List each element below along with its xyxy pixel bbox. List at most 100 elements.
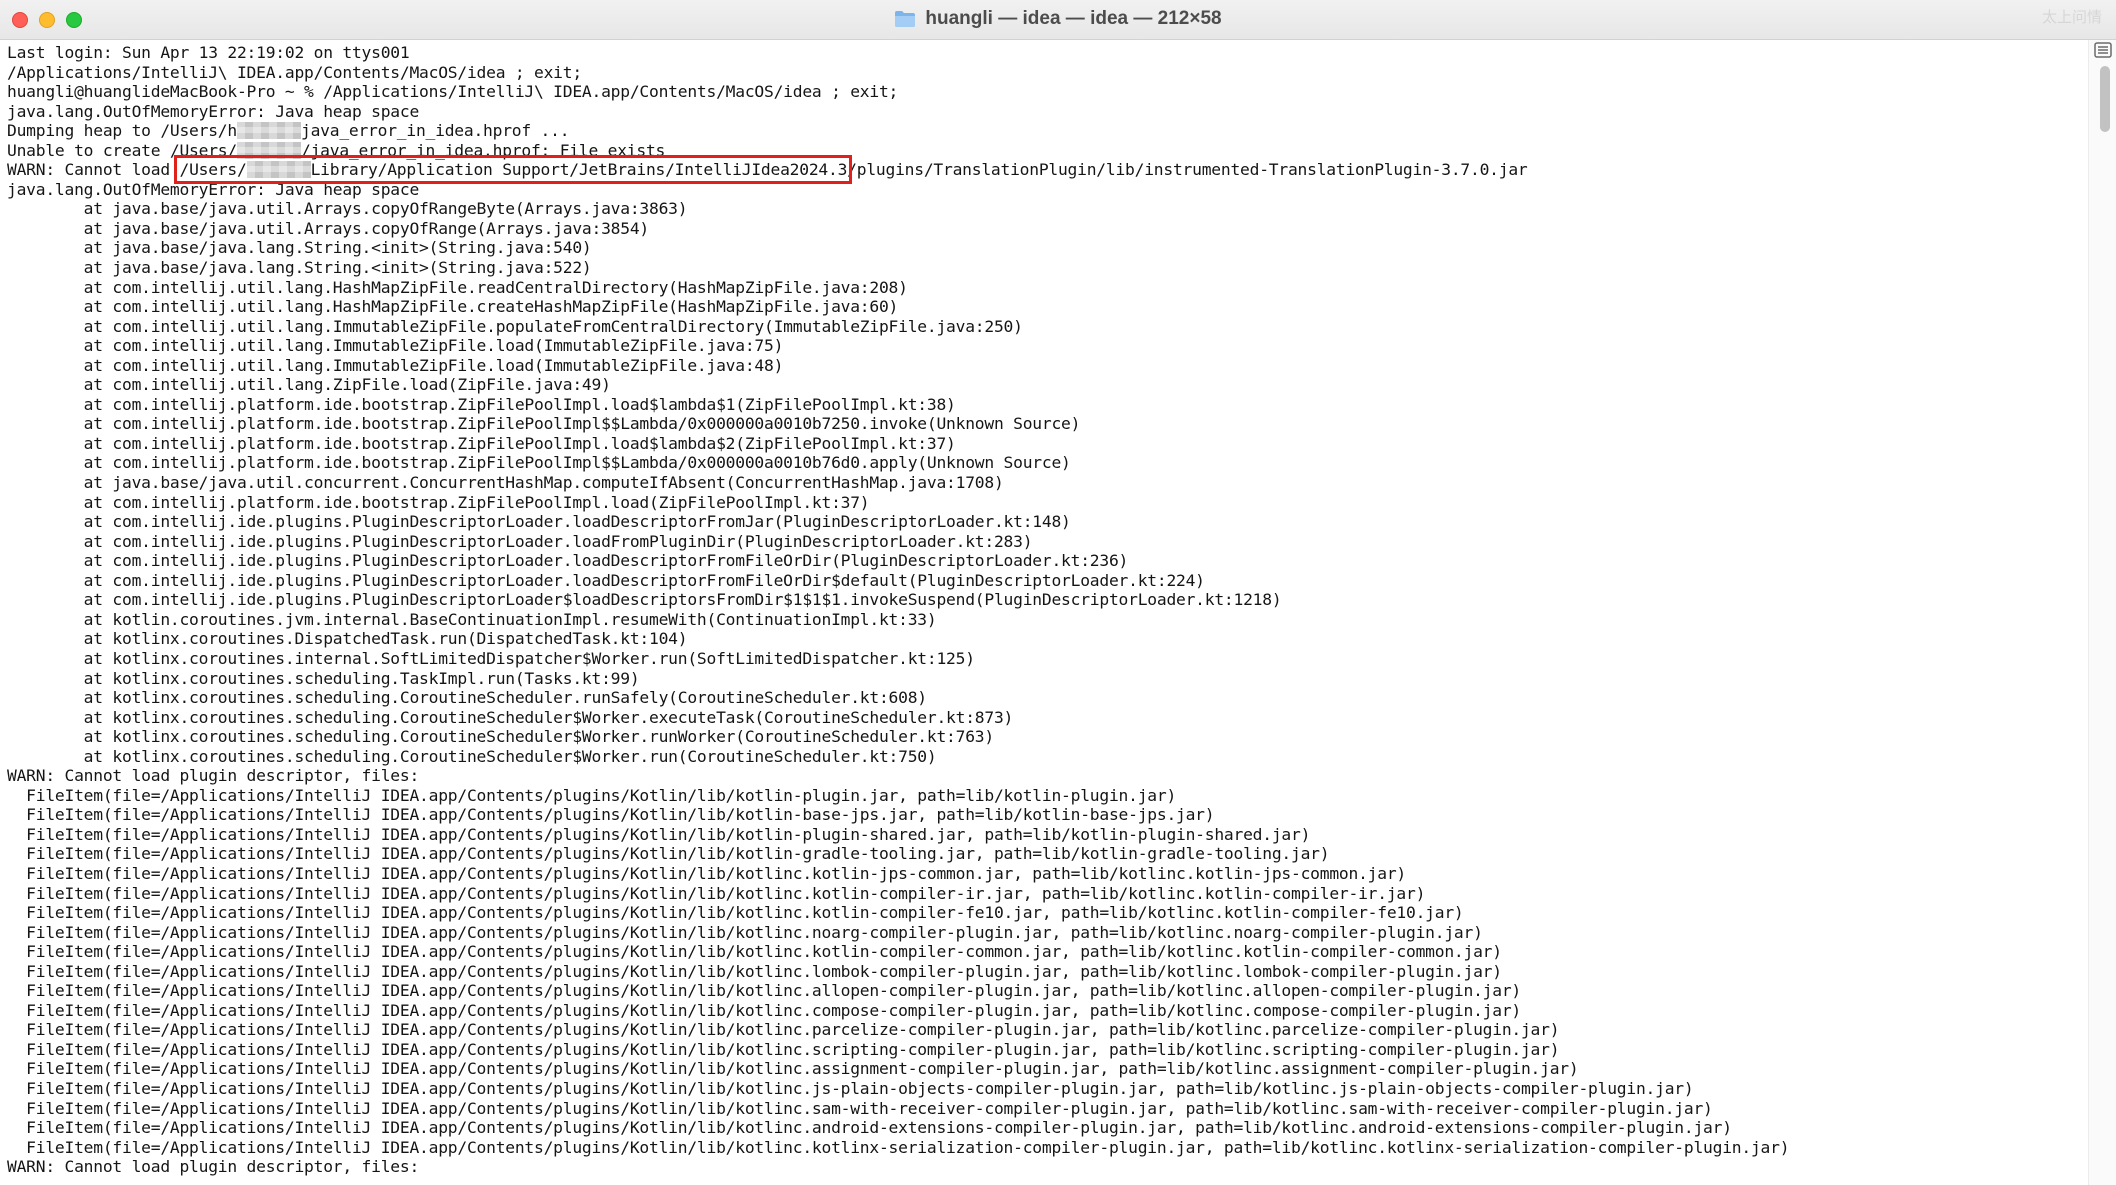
terminal-line: at com.intellij.platform.ide.bootstrap.Z…: [7, 434, 2086, 454]
scrollbar-thumb[interactable]: [2100, 66, 2110, 132]
terminal-text: FileItem(file=/Applications/IntelliJ IDE…: [7, 1059, 1579, 1079]
terminal-text: FileItem(file=/Applications/IntelliJ IDE…: [7, 1137, 1790, 1157]
terminal-text: FileItem(file=/Applications/IntelliJ IDE…: [7, 785, 1177, 805]
terminal-line: at com.intellij.util.lang.HashMapZipFile…: [7, 278, 2086, 298]
terminal-line: at java.base/java.util.Arrays.copyOfRang…: [7, 219, 2086, 239]
terminal-line: at com.intellij.platform.ide.bootstrap.Z…: [7, 453, 2086, 473]
terminal-text: FileItem(file=/Applications/IntelliJ IDE…: [7, 863, 1406, 883]
terminal-text: at com.intellij.util.lang.ZipFile.load(Z…: [7, 375, 611, 395]
terminal-text: java.lang.OutOfMemoryError: Java heap sp…: [7, 101, 420, 121]
terminal-text: at com.intellij.util.lang.ImmutableZipFi…: [7, 355, 784, 375]
terminal-text: FileItem(file=/Applications/IntelliJ IDE…: [7, 1098, 1713, 1118]
terminal-text: FileItem(file=/Applications/IntelliJ IDE…: [7, 922, 1483, 942]
terminal-line: FileItem(file=/Applications/IntelliJ IDE…: [7, 1020, 2086, 1040]
terminal-line: at kotlinx.coroutines.scheduling.TaskImp…: [7, 669, 2086, 689]
terminal-line: at com.intellij.platform.ide.bootstrap.Z…: [7, 395, 2086, 415]
terminal-text: huangli@huanglideMacBook-Pro ~ % /Applic…: [7, 82, 899, 102]
terminal-line: FileItem(file=/Applications/IntelliJ IDE…: [7, 825, 2086, 845]
terminal-line: FileItem(file=/Applications/IntelliJ IDE…: [7, 903, 2086, 923]
terminal-line: at kotlinx.coroutines.scheduling.Corouti…: [7, 688, 2086, 708]
terminal-text: at java.base/java.util.Arrays.copyOfRang…: [7, 199, 688, 219]
terminal-text: at com.intellij.ide.plugins.PluginDescri…: [7, 531, 1033, 551]
watermark: 太上问情: [2041, 8, 2102, 26]
terminal-line: Dumping heap to /Users/h java_error_in_id…: [7, 121, 2086, 141]
terminal-text: /plugins/TranslationPlugin/lib/instrumen…: [847, 160, 1528, 180]
terminal-line: Unable to create /Users/ /java_error_in_i…: [7, 141, 2086, 161]
terminal-text: java_error_in_idea.hprof ...: [300, 121, 570, 141]
terminal-line: FileItem(file=/Applications/IntelliJ IDE…: [7, 942, 2086, 962]
terminal-line: FileItem(file=/Applications/IntelliJ IDE…: [7, 1001, 2086, 1021]
terminal-line: WARN: Cannot load plugin descriptor, fil…: [7, 1157, 2086, 1177]
terminal-line: FileItem(file=/Applications/IntelliJ IDE…: [7, 1040, 2086, 1060]
terminal-text: at com.intellij.platform.ide.bootstrap.Z…: [7, 394, 956, 414]
redacted-username: [246, 161, 311, 179]
terminal-line: FileItem(file=/Applications/IntelliJ IDE…: [7, 805, 2086, 825]
terminal-line: at com.intellij.ide.plugins.PluginDescri…: [7, 571, 2086, 591]
terminal-output[interactable]: Last login: Sun Apr 13 22:19:02 on ttys0…: [0, 40, 2086, 1177]
terminal-line: at kotlinx.coroutines.scheduling.Corouti…: [7, 727, 2086, 747]
redacted-username: [236, 122, 301, 140]
terminal-line: at com.intellij.util.lang.HashMapZipFile…: [7, 297, 2086, 317]
terminal-line: at kotlinx.coroutines.internal.SoftLimit…: [7, 649, 2086, 669]
terminal-line: at com.intellij.ide.plugins.PluginDescri…: [7, 512, 2086, 532]
window-title-text: huangli — idea — idea — 212×58: [925, 8, 1222, 29]
terminal-text: /Applications/IntelliJ\ IDEA.app/Content…: [7, 62, 582, 82]
terminal-text: java.lang.OutOfMemoryError: Java heap sp…: [7, 179, 420, 199]
terminal-text: FileItem(file=/Applications/IntelliJ IDE…: [7, 903, 1464, 923]
terminal-text: FileItem(file=/Applications/IntelliJ IDE…: [7, 1118, 1732, 1138]
terminal-text: Dumping heap to /Users/h: [7, 121, 237, 141]
terminal-text: at com.intellij.util.lang.ImmutableZipFi…: [7, 336, 784, 356]
terminal-text: at com.intellij.ide.plugins.PluginDescri…: [7, 570, 1205, 590]
terminal-line: at com.intellij.platform.ide.bootstrap.Z…: [7, 414, 2086, 434]
terminal-line: FileItem(file=/Applications/IntelliJ IDE…: [7, 1059, 2086, 1079]
terminal-text: Unable to create /Users/: [7, 140, 237, 160]
terminal-line: FileItem(file=/Applications/IntelliJ IDE…: [7, 786, 2086, 806]
terminal-text: at kotlinx.coroutines.internal.SoftLimit…: [7, 648, 975, 668]
terminal-line: at com.intellij.ide.plugins.PluginDescri…: [7, 551, 2086, 571]
terminal-line: java.lang.OutOfMemoryError: Java heap sp…: [7, 102, 2086, 122]
terminal-text: FileItem(file=/Applications/IntelliJ IDE…: [7, 805, 1215, 825]
terminal-text: FileItem(file=/Applications/IntelliJ IDE…: [7, 942, 1502, 962]
terminal-text: at kotlinx.coroutines.scheduling.Corouti…: [7, 746, 937, 766]
highlighted-path: /Users/Library/Application Support/JetBr…: [174, 155, 853, 185]
terminal-text: at com.intellij.util.lang.ImmutableZipFi…: [7, 316, 1023, 336]
terminal-line: at java.base/java.lang.String.<init>(Str…: [7, 258, 2086, 278]
terminal-line: huangli@huanglideMacBook-Pro ~ % /Applic…: [7, 82, 2086, 102]
terminal-line: at java.base/java.util.Arrays.copyOfRang…: [7, 199, 2086, 219]
terminal-line: at kotlin.coroutines.jvm.internal.BaseCo…: [7, 610, 2086, 630]
terminal-text: Last login: Sun Apr 13 22:19:02 on ttys0…: [7, 43, 410, 62]
terminal-text: FileItem(file=/Applications/IntelliJ IDE…: [7, 981, 1521, 1001]
terminal-line: FileItem(file=/Applications/IntelliJ IDE…: [7, 884, 2086, 904]
terminal-line: FileItem(file=/Applications/IntelliJ IDE…: [7, 962, 2086, 982]
terminal-line: FileItem(file=/Applications/IntelliJ IDE…: [7, 923, 2086, 943]
terminal-line: at com.intellij.util.lang.ZipFile.load(Z…: [7, 375, 2086, 395]
terminal-line: FileItem(file=/Applications/IntelliJ IDE…: [7, 844, 2086, 864]
terminal-text: at com.intellij.platform.ide.bootstrap.Z…: [7, 433, 956, 453]
terminal-line: at com.intellij.platform.ide.bootstrap.Z…: [7, 493, 2086, 513]
terminal-line: WARN: Cannot load plugin descriptor, fil…: [7, 766, 2086, 786]
terminal-line: FileItem(file=/Applications/IntelliJ IDE…: [7, 864, 2086, 884]
terminal-content[interactable]: Last login: Sun Apr 13 22:19:02 on ttys0…: [0, 40, 2086, 1185]
terminal-line: at com.intellij.ide.plugins.PluginDescri…: [7, 590, 2086, 610]
terminal-text: at kotlinx.coroutines.DispatchedTask.run…: [7, 629, 688, 649]
terminal-line: at java.base/java.lang.String.<init>(Str…: [7, 238, 2086, 258]
sidebar-toggle-icon[interactable]: [2094, 42, 2112, 58]
terminal-text: /java_error_in_idea.hprof: File exists: [300, 140, 666, 160]
terminal-text: FileItem(file=/Applications/IntelliJ IDE…: [7, 883, 1426, 903]
terminal-text: FileItem(file=/Applications/IntelliJ IDE…: [7, 1078, 1694, 1098]
title-bar[interactable]: huangli — idea — idea — 212×58 太上问情: [0, 0, 2116, 40]
terminal-text: at kotlinx.coroutines.scheduling.Corouti…: [7, 688, 927, 708]
terminal-text: at com.intellij.ide.plugins.PluginDescri…: [7, 512, 1071, 532]
scrollbar-track[interactable]: [2088, 40, 2116, 1185]
terminal-window: huangli — idea — idea — 212×58 太上问情 Last…: [0, 0, 2116, 1185]
terminal-text: at com.intellij.util.lang.HashMapZipFile…: [7, 297, 899, 317]
terminal-line: at java.base/java.util.concurrent.Concur…: [7, 473, 2086, 493]
terminal-text: at com.intellij.util.lang.HashMapZipFile…: [7, 277, 908, 297]
terminal-line: at kotlinx.coroutines.scheduling.Corouti…: [7, 708, 2086, 728]
window-title: huangli — idea — idea — 212×58: [0, 0, 2116, 38]
terminal-line: at com.intellij.ide.plugins.PluginDescri…: [7, 532, 2086, 552]
terminal-text: at java.base/java.lang.String.<init>(Str…: [7, 238, 592, 258]
highlighted-path-start: /Users/: [179, 160, 247, 180]
terminal-text: at java.base/java.util.concurrent.Concur…: [7, 473, 1004, 493]
terminal-text: at java.base/java.lang.String.<init>(Str…: [7, 258, 592, 278]
